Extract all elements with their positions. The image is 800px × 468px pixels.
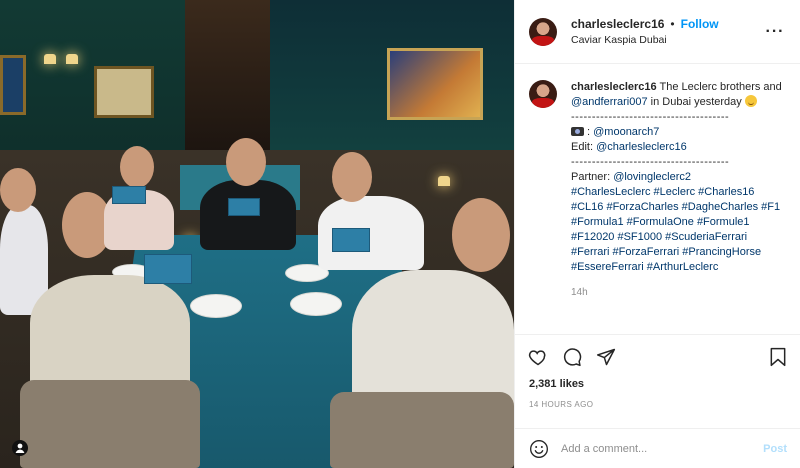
follow-button[interactable]: Follow — [681, 17, 719, 31]
mention-partner[interactable]: @lovingleclerc2 — [613, 171, 691, 183]
likes-count[interactable]: 2,381 likes — [529, 378, 584, 390]
menu-card — [332, 228, 370, 252]
partner-prefix: Partner: — [571, 171, 614, 183]
caption-text: charlesleclerc16 The Leclerc brothers an… — [571, 80, 787, 332]
location-link[interactable]: Caviar Kaspia Dubai — [571, 34, 764, 46]
instagram-post: charlesleclerc16 • Follow Caviar Kaspia … — [0, 0, 800, 468]
wall-lamp — [66, 54, 78, 64]
plate — [290, 292, 342, 316]
post-comment-button[interactable]: Post — [763, 443, 787, 455]
chair — [20, 380, 200, 468]
header-user-row: charlesleclerc16 • Follow — [571, 17, 764, 31]
more-options-icon[interactable]: ··· — [764, 23, 786, 41]
wall-painting-left — [0, 55, 26, 115]
plate — [190, 294, 242, 318]
wall-lamp — [44, 54, 56, 64]
like-heart-icon[interactable] — [527, 346, 549, 368]
comment-bar: Post — [515, 428, 800, 468]
mention-moonarch[interactable]: @moonarch7 — [593, 126, 659, 138]
save-bookmark-icon[interactable] — [767, 346, 789, 368]
edit-prefix: Edit: — [571, 141, 597, 153]
menu-card — [112, 186, 146, 204]
emoji-picker-icon[interactable] — [529, 439, 549, 459]
menu-card — [228, 198, 260, 216]
chair — [330, 392, 514, 468]
tagged-user-icon[interactable] — [10, 438, 30, 458]
wall-painting — [94, 66, 154, 118]
table-lamp — [438, 176, 450, 186]
separator-dot: • — [670, 17, 675, 31]
comment-bubble-icon[interactable] — [561, 346, 583, 368]
caption-username[interactable]: charlesleclerc16 — [571, 81, 657, 93]
person-left-head — [0, 168, 36, 212]
avatar[interactable] — [529, 17, 557, 46]
person-back-center-head — [226, 138, 266, 186]
caption-area: charlesleclerc16 The Leclerc brothers an… — [515, 64, 800, 332]
header-text: charlesleclerc16 • Follow Caviar Kaspia … — [571, 17, 764, 46]
caption-divider: -------------------------------------- — [571, 111, 730, 123]
post-header: charlesleclerc16 • Follow Caviar Kaspia … — [515, 0, 800, 64]
mention-edit[interactable]: @charlesleclerc16 — [596, 141, 687, 153]
person-center-right-head — [332, 152, 372, 202]
post-side-panel: charlesleclerc16 • Follow Caviar Kaspia … — [514, 0, 800, 468]
username-link[interactable]: charlesleclerc16 — [571, 17, 664, 31]
smile-emoji-icon — [744, 95, 757, 107]
post-timestamp[interactable]: 14 HOURS AGO — [529, 400, 593, 409]
caption-line1-after: in Dubai yesterday — [647, 96, 745, 108]
person-back-left-head — [120, 146, 154, 188]
share-paper-plane-icon[interactable] — [595, 346, 617, 368]
action-bar — [515, 334, 800, 378]
hashtags[interactable]: #CharlesLeclerc #Leclerc #Charles16 #CL1… — [571, 186, 780, 273]
caption-line1: The Leclerc brothers and — [656, 81, 782, 93]
caption-avatar[interactable] — [529, 80, 557, 108]
wall-painting-right — [387, 48, 483, 120]
person-front-right-head — [452, 198, 510, 272]
comment-input[interactable] — [561, 442, 764, 455]
menu-card — [144, 254, 192, 284]
camera-emoji-icon — [571, 127, 584, 136]
caption-time: 14h — [571, 287, 588, 298]
mention-andferrari[interactable]: @andferrari007 — [571, 96, 648, 108]
post-photo[interactable] — [0, 0, 514, 468]
person-front-left-shirt — [30, 275, 190, 395]
caption-divider-2: -------------------------------------- — [571, 156, 730, 168]
